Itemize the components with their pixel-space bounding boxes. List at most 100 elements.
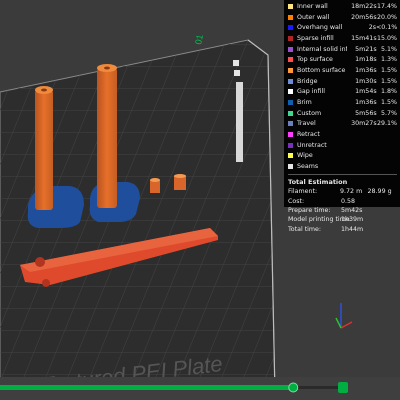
feature-row[interactable]: Custom 5m56s 5.7% [288,108,397,119]
feature-name: Gap infill [297,88,325,96]
feature-swatch [288,132,293,138]
feature-time: 18m22s [351,2,377,10]
feature-swatch [288,110,293,116]
slider-fill [0,385,294,390]
feature-time: 5m21s [355,45,377,53]
feature-percent: 29.1% [376,120,397,128]
feature-swatch [288,100,293,106]
feature-time: 1m54s [355,88,377,96]
feature-name: Bottom surface [297,66,346,74]
feature-percent: 1.5% [381,99,397,107]
filament-weight: 28.99 g [367,188,392,196]
feature-swatch [288,35,293,41]
bar-hole [35,257,45,267]
prepare-time-value: 5m42s [341,206,363,214]
feature-name: Outer wall [297,13,330,21]
plate-corner-number: 01 [193,34,205,46]
feature-name: Unretract [297,141,327,149]
filament-label: Filament: [288,188,318,196]
feature-row[interactable]: Retract [288,129,397,140]
feature-time: 15m41s [351,34,377,42]
total-time-value: 1h44m [341,225,364,233]
feature-name: Travel [297,120,316,128]
slider-end-icon[interactable] [338,382,348,393]
feature-swatch [288,142,293,148]
feature-swatch [288,78,293,84]
feature-percent: 1.5% [381,77,397,85]
feature-swatch [288,121,293,127]
feature-name: Custom [297,109,322,117]
slider-thumb[interactable] [288,382,299,393]
feature-name: Top surface [297,56,333,64]
feature-swatch [288,57,293,63]
feature-percent: 15.0% [376,34,397,42]
feature-swatch [288,89,293,95]
feature-swatch [288,164,293,170]
feature-row[interactable]: Bottom surface 1m36s 1.5% [288,65,397,76]
feature-time: 2s [368,24,376,32]
feature-row[interactable]: Wipe [288,151,397,162]
total-time-row: Total time: 1h44m [288,225,397,234]
feature-swatch [288,14,293,20]
feature-name: Retract [297,131,320,139]
feature-name: Bridge [297,77,318,85]
feature-swatch [288,153,293,159]
feature-row[interactable]: Gap infill 1m54s 1.8% [288,87,397,98]
feature-swatch [288,67,293,73]
prepare-time-label: Prepare time: [288,206,331,214]
feature-percent: 5.7% [381,109,397,117]
feature-name: Internal solid infill [297,45,347,53]
feature-name: Inner wall [297,2,328,10]
peg-small [174,176,186,190]
feature-name: Sparse infill [297,34,334,42]
pillar-right [97,68,117,208]
feature-row[interactable]: Unretract [288,140,397,151]
feature-percent: 20.0% [376,13,397,21]
feature-swatch [288,3,293,9]
filament-length: 9.72 m [340,188,363,196]
model-time-label: Model printing time: [288,216,352,224]
peg-small-top [150,178,160,182]
feature-time: 1m18s [355,56,377,64]
axis-x [340,321,353,329]
feature-time: 5m56s [355,109,377,117]
feature-row[interactable]: Brim 1m36s 1.5% [288,97,397,108]
feature-percent: <0.1% [376,24,398,32]
feature-time: 1m36s [355,99,377,107]
feature-row[interactable]: Bridge 1m30s 1.5% [288,76,397,87]
total-estimation-title: Total Estimation [288,174,397,187]
feature-row[interactable]: Seams [288,161,397,172]
bar-hole [42,279,50,287]
peg-small-top [174,174,186,178]
feature-percent: 17.4% [376,2,397,10]
feature-percent: 1.8% [381,88,397,96]
feature-row[interactable]: Inner wall 18m22s 17.4% [288,1,397,12]
feature-row[interactable]: Sparse infill 15m41s 15.0% [288,33,397,44]
feature-time: 1m36s [355,66,377,74]
feature-percent: 1.3% [381,56,397,64]
pillar-right-hole [104,66,110,70]
feature-row[interactable]: Outer wall 20m56s 20.0% [288,12,397,23]
filament-row: Filament: 9.72 m 28.99 g [288,187,397,196]
pillar-left-hole [41,88,47,92]
feature-row[interactable]: Top surface 1m18s 1.3% [288,54,397,65]
feature-name: Wipe [297,152,313,160]
feature-percent: 1.5% [381,66,397,74]
feature-percent: 5.1% [381,45,397,53]
model-time-row: Model printing time: 1h39m [288,215,397,224]
cost-label: Cost: [288,197,305,205]
feature-row[interactable]: Internal solid infill 5m21s 5.1% [288,44,397,55]
plate-side-icon [234,70,240,76]
feature-time: 30m27s [351,120,377,128]
feature-time: 1m30s [355,77,377,85]
total-time-label: Total time: [288,225,322,233]
cost-row: Cost: 0.58 [288,196,397,205]
gcode-stats-panel: Inner wall 18m22s 17.4% Outer wall 20m56s 20… [284,0,400,233]
feature-time: 20m56s [351,13,377,21]
feature-row[interactable]: Travel 30m27s 29.1% [288,119,397,130]
plate-side-icon [233,60,239,66]
feature-row[interactable]: Overhang wall 2s <0.1% [288,22,397,33]
move-slider[interactable] [0,377,400,400]
pillar-left [35,90,53,210]
feature-swatch [288,46,293,52]
